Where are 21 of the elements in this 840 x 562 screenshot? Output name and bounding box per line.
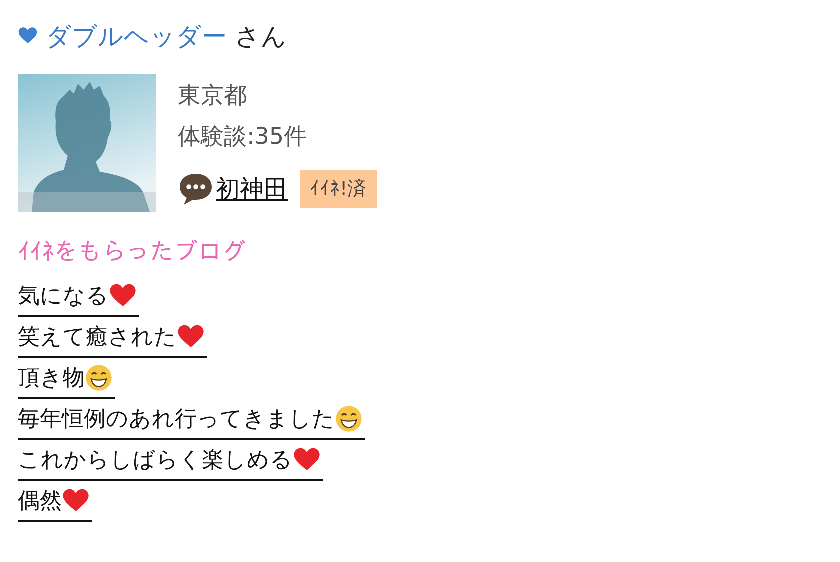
heart-icon xyxy=(109,282,137,310)
blog-link[interactable]: これからしばらく楽しめる xyxy=(18,440,323,481)
liked-badge: ｲｲﾈ!済 xyxy=(300,170,377,208)
review-count-text: 体験談:35件 xyxy=(178,123,308,152)
heart-icon xyxy=(18,26,38,46)
heart-icon xyxy=(293,446,321,474)
blog-link[interactable]: 偶然 xyxy=(18,481,92,522)
review-title-link[interactable]: 初神田 xyxy=(216,173,288,205)
heart-icon xyxy=(62,486,90,514)
user-name-link[interactable]: ダブルヘッダー xyxy=(46,20,227,52)
location-text: 東京都 xyxy=(178,82,248,111)
blog-link[interactable]: 毎年恒例のあれ行ってきました xyxy=(18,399,365,440)
grinning-face-icon xyxy=(85,364,113,392)
section-title: ｲｲﾈをもらったブログ xyxy=(18,238,247,266)
speech-bubble-icon xyxy=(178,172,214,206)
honorific-text: さん xyxy=(235,20,287,52)
blog-link[interactable]: 笑えて癒された xyxy=(18,317,207,358)
blog-link[interactable]: 頂き物 xyxy=(18,358,115,399)
grinning-face-icon xyxy=(335,404,363,432)
blog-link[interactable]: 気になる xyxy=(18,276,139,317)
heart-icon xyxy=(177,322,205,350)
